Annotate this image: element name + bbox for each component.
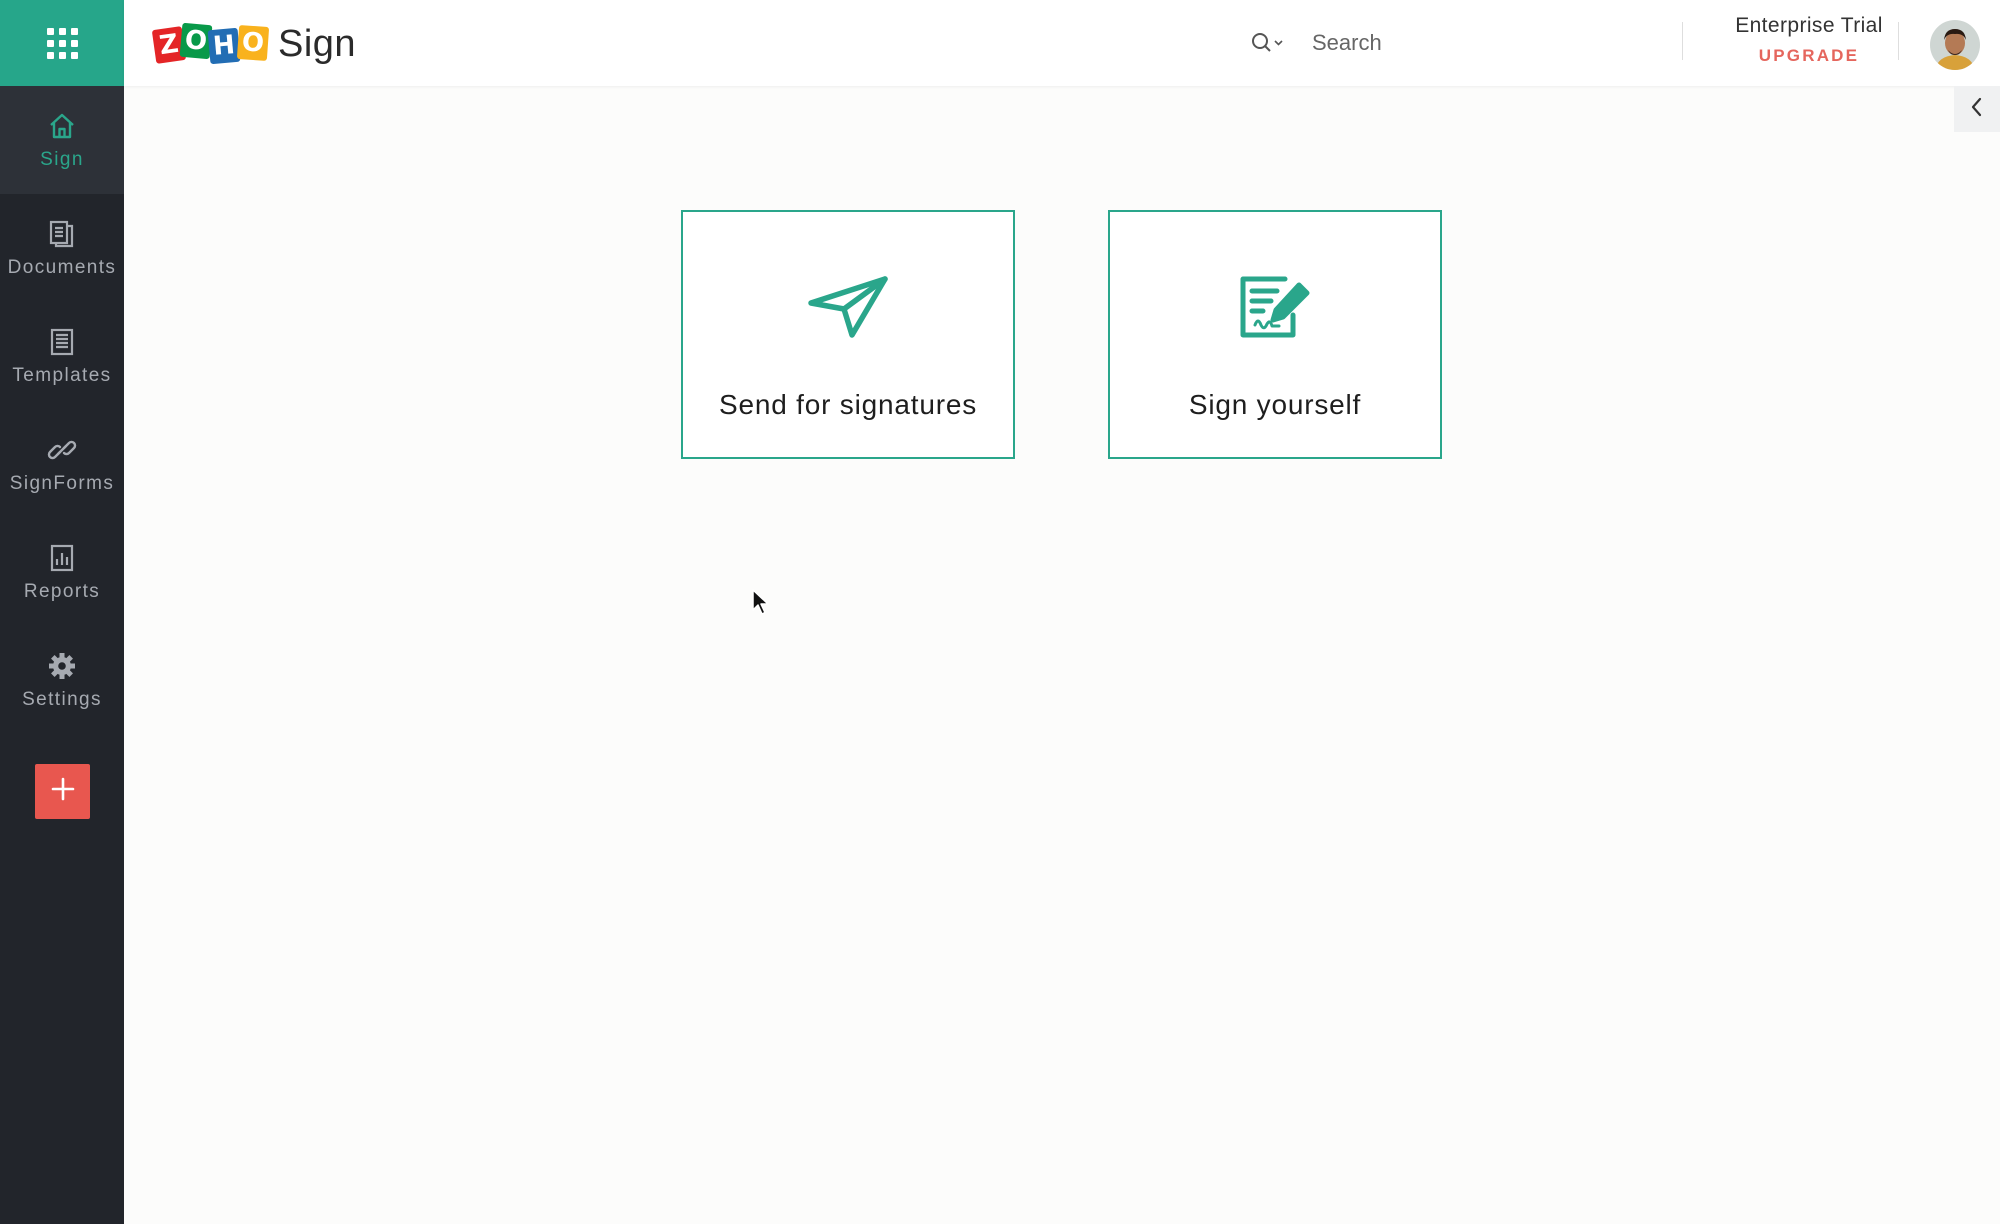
app-switcher-button[interactable] bbox=[0, 0, 124, 86]
card-label: Sign yourself bbox=[1188, 389, 1362, 420]
sidebar-item-documents[interactable]: Documents bbox=[0, 194, 124, 302]
sign-yourself-card[interactable]: Sign yourself bbox=[1108, 210, 1442, 459]
apps-grid-icon bbox=[46, 27, 78, 59]
sidebar-item-settings[interactable]: Settings bbox=[0, 626, 124, 734]
top-header: Z O H O Sign Enterprise Trial UPGRADE bbox=[124, 0, 2000, 86]
plus-icon bbox=[50, 776, 76, 807]
app-logo[interactable]: Z O H O Sign bbox=[151, 20, 357, 68]
sidebar-item-label: Documents bbox=[7, 257, 117, 278]
search-input[interactable] bbox=[1312, 30, 1632, 56]
zoho-tile-o: O bbox=[179, 22, 213, 60]
sidebar-item-label: SignForms bbox=[9, 473, 115, 494]
sidebar-item-templates[interactable]: Templates bbox=[0, 302, 124, 410]
sidebar-item-sign[interactable]: Sign bbox=[0, 86, 124, 194]
sidebar-item-signforms[interactable]: SignForms bbox=[0, 410, 124, 518]
zoho-tile-o2: O bbox=[236, 24, 270, 62]
chevron-left-icon bbox=[1969, 96, 1985, 123]
templates-icon bbox=[45, 325, 79, 359]
gear-icon bbox=[45, 649, 79, 683]
app-name: Sign bbox=[278, 22, 357, 65]
mouse-cursor-icon bbox=[751, 588, 769, 621]
upgrade-link[interactable]: UPGRADE bbox=[1704, 46, 1914, 66]
create-new-button[interactable] bbox=[35, 764, 90, 819]
send-for-signatures-card[interactable]: Send for signatures bbox=[681, 210, 1015, 459]
sidebar-item-reports[interactable]: Reports bbox=[0, 518, 124, 626]
zoho-tile-h: H bbox=[207, 27, 241, 65]
paper-plane-icon bbox=[807, 272, 889, 342]
sidebar: Sign Documents Templates SignForms Repor… bbox=[0, 0, 124, 1224]
sidebar-item-label: Sign bbox=[40, 149, 84, 170]
user-avatar[interactable] bbox=[1930, 20, 1980, 70]
link-icon bbox=[45, 433, 79, 467]
search-filter-dropdown[interactable] bbox=[1250, 31, 1286, 55]
reports-icon bbox=[45, 541, 79, 575]
zoho-logo: Z O H O bbox=[151, 20, 270, 68]
sidebar-item-label: Settings bbox=[22, 689, 102, 710]
header-divider bbox=[1682, 22, 1683, 60]
home-icon bbox=[45, 109, 79, 143]
documents-icon bbox=[45, 217, 79, 251]
header-divider bbox=[1898, 22, 1899, 60]
card-label: Send for signatures bbox=[718, 389, 977, 420]
sign-document-icon bbox=[1239, 272, 1311, 342]
plan-info: Enterprise Trial UPGRADE bbox=[1704, 14, 1914, 66]
search-bar bbox=[1250, 24, 1632, 62]
sidebar-item-label: Reports bbox=[23, 581, 101, 602]
sidebar-item-label: Templates bbox=[12, 365, 112, 386]
plan-name: Enterprise Trial bbox=[1735, 14, 1883, 37]
collapse-panel-button[interactable] bbox=[1954, 86, 2000, 132]
